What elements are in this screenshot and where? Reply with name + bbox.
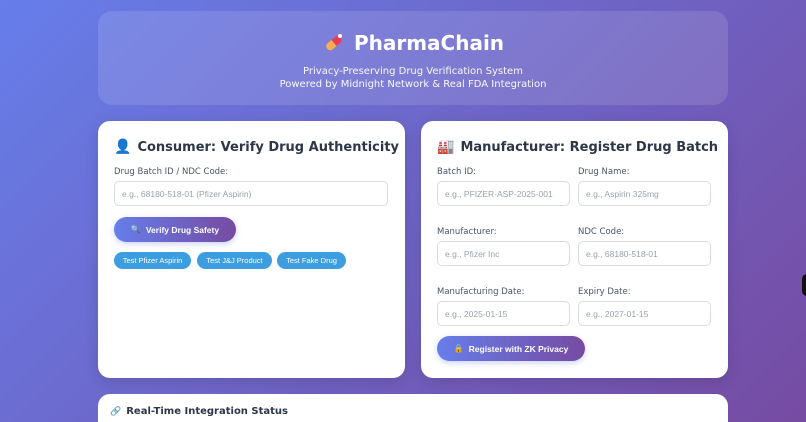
- ndc-code-label: NDC Code:: [578, 227, 625, 237]
- user-icon: 👤: [114, 139, 132, 155]
- verify-drug-label: Verify Drug Safety: [145, 224, 220, 235]
- integration-status-card: 🔗 Real-Time Integration Status: [98, 394, 728, 422]
- pill-icon: [326, 34, 342, 51]
- ndc-code-input[interactable]: e.g., 68180-518-01: [578, 241, 711, 266]
- drug-name-input[interactable]: e.g., Aspirin 325mg: [578, 181, 711, 206]
- test-fake-drug-button[interactable]: Test Fake Drug: [277, 252, 346, 269]
- logo-row: PharmaChain: [98, 31, 728, 55]
- register-zk-button[interactable]: 🔒 Register with ZK Privacy: [437, 336, 585, 361]
- manufacturer-card: 🏭 Manufacturer: Register Drug Batch Batc…: [421, 121, 728, 378]
- manufacturing-date-label: Manufacturing Date:: [437, 287, 525, 297]
- manufacturer-label: Manufacturer:: [437, 227, 497, 237]
- batch-id-ndc-input[interactable]: e.g., 68180-518-01 (Pfizer Aspirin): [114, 181, 388, 206]
- manufacturer-card-title: 🏭 Manufacturer: Register Drug Batch: [437, 139, 718, 155]
- test-pfizer-aspirin-button[interactable]: Test Pfizer Aspirin: [114, 252, 191, 269]
- integration-status-title: 🔗 Real-Time Integration Status: [110, 406, 288, 417]
- manufacturer-title-text: Manufacturer: Register Drug Batch: [460, 139, 719, 155]
- consumer-card-title: 👤 Consumer: Verify Drug Authenticity: [114, 139, 399, 155]
- lock-icon: 🔒: [453, 344, 464, 353]
- register-zk-label: Register with ZK Privacy: [468, 343, 569, 354]
- verify-drug-button[interactable]: 🔍 Verify Drug Safety: [114, 217, 236, 242]
- batch-id-input[interactable]: e.g., PFIZER-ASP-2025-001: [437, 181, 570, 206]
- batch-id-ndc-label: Drug Batch ID / NDC Code:: [114, 167, 229, 177]
- scroll-edge-handle: [802, 274, 806, 296]
- subtitle-line-2: Powered by Midnight Network & Real FDA I…: [279, 79, 547, 90]
- batch-id-label: Batch ID:: [437, 167, 477, 177]
- search-icon: 🔍: [130, 225, 141, 234]
- subtitle-line-1: Privacy-Preserving Drug Verification Sys…: [303, 66, 523, 77]
- link-icon: 🔗: [110, 406, 122, 417]
- manufacturer-input[interactable]: e.g., Pfizer Inc: [437, 241, 570, 266]
- test-jj-product-button[interactable]: Test J&J Product: [197, 252, 272, 269]
- consumer-title-text: Consumer: Verify Drug Authenticity: [137, 139, 400, 155]
- expiry-date-input[interactable]: e.g., 2027-01-15: [578, 301, 711, 326]
- app-subtitle: Privacy-Preserving Drug Verification Sys…: [98, 65, 728, 91]
- app-title: PharmaChain: [353, 31, 505, 55]
- integration-status-text: Real-Time Integration Status: [126, 406, 288, 417]
- consumer-card: 👤 Consumer: Verify Drug Authenticity Dru…: [98, 121, 405, 378]
- factory-icon: 🏭: [437, 139, 455, 155]
- expiry-date-label: Expiry Date:: [578, 287, 631, 297]
- app-header: PharmaChain Privacy-Preserving Drug Veri…: [98, 11, 728, 105]
- drug-name-label: Drug Name:: [578, 167, 630, 177]
- manufacturing-date-input[interactable]: e.g., 2025-01-15: [437, 301, 570, 326]
